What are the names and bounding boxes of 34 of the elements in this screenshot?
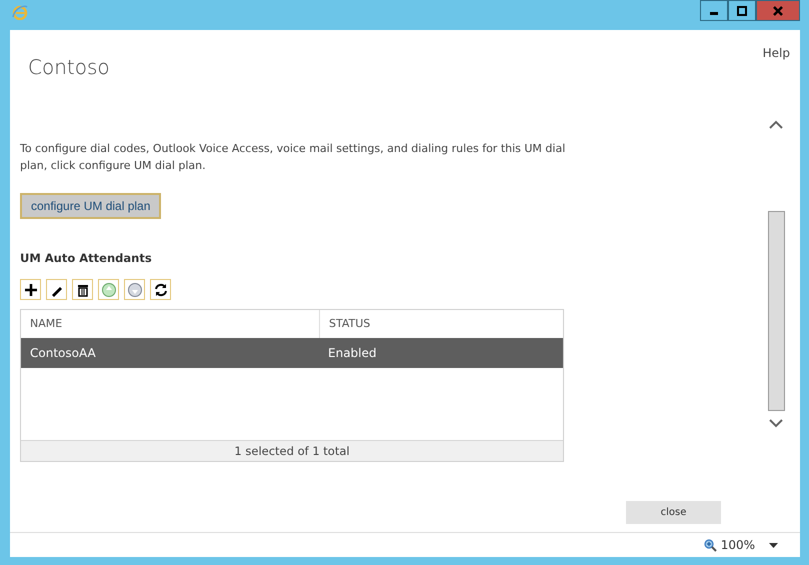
scroll-up-icon[interactable] — [769, 120, 783, 129]
name-cell-text: ContosoAA — [29, 345, 97, 362]
page-title: Contoso — [28, 54, 111, 81]
zoom-icon[interactable] — [704, 538, 717, 552]
add-icon-button[interactable] — [20, 279, 41, 300]
refresh-icon — [152, 282, 168, 298]
description-text: To configure dial codes, Outlook Voice Access, voice mail settings, and dialing rules for this UM dial plan, click configure UM dial plan. — [20, 141, 566, 174]
zoom-level[interactable]: 100% — [720, 536, 755, 554]
up-arrow-circle-icon — [100, 282, 116, 298]
table-footer: 1 selected of 1 total — [21, 440, 563, 462]
section-heading: UM Auto Attendants — [20, 250, 153, 267]
minimize-button[interactable] — [700, 0, 728, 21]
status-cell-text: Enabled — [327, 345, 376, 362]
column-header[interactable]: NAME — [21, 316, 319, 332]
window-close-button[interactable] — [756, 0, 800, 21]
up-arrow-circle-icon-button[interactable] — [98, 279, 119, 300]
scrollbar-thumb[interactable] — [768, 211, 784, 411]
scroll-down-icon[interactable] — [769, 419, 783, 428]
trash-icon-button[interactable] — [72, 279, 93, 300]
refresh-icon-button[interactable] — [150, 279, 171, 300]
down-arrow-circle-icon — [126, 282, 142, 298]
configure-button[interactable]: configure UM dial plan — [20, 193, 162, 219]
help-link[interactable]: Help — [762, 44, 790, 62]
maximize-button[interactable] — [728, 0, 756, 21]
close-button[interactable]: close — [626, 501, 721, 524]
minimize-icon — [710, 12, 718, 15]
down-arrow-circle-icon-button[interactable] — [124, 279, 145, 300]
maximize-icon — [736, 4, 748, 16]
dropdown-caret-icon[interactable] — [769, 542, 778, 548]
pencil-icon-button[interactable] — [46, 279, 67, 300]
browser-logo-icon — [12, 4, 28, 20]
close-icon — [772, 4, 784, 16]
add-icon — [22, 282, 38, 298]
table-row[interactable]: ContosoAA Enabled — [21, 338, 563, 368]
